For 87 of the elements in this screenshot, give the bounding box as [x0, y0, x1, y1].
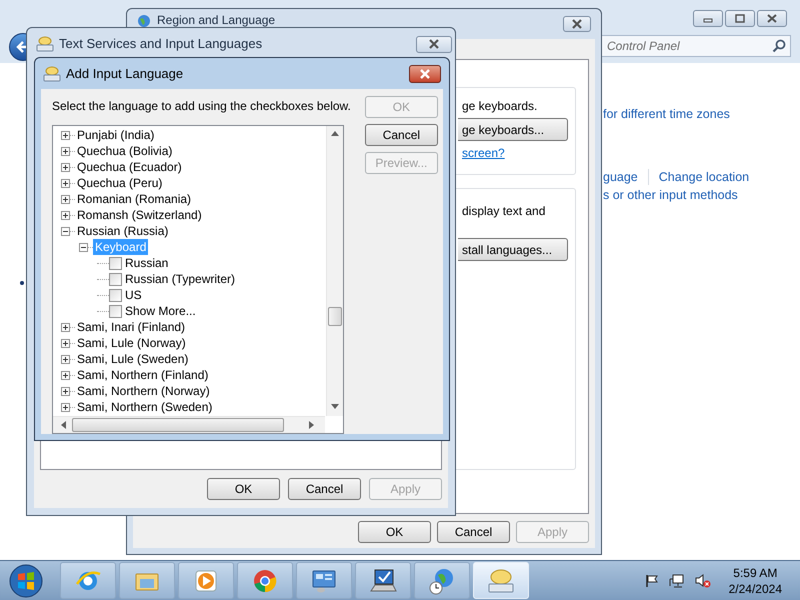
checkbox[interactable] [109, 304, 122, 318]
vertical-scrollbar[interactable] [326, 126, 343, 416]
tree-item[interactable]: Romanian (Romania) [75, 191, 194, 207]
tree-item[interactable]: Punjabi (India) [75, 127, 156, 143]
tree-item[interactable]: Sami, Northern (Sweden) [75, 399, 214, 415]
close-button[interactable] [409, 64, 441, 82]
minimize-button[interactable] [693, 10, 723, 27]
dialog-button[interactable]: ge keyboards... [458, 118, 568, 141]
tree-item[interactable]: Russian (Typewriter) [123, 271, 238, 287]
dialog-button[interactable]: OK [358, 521, 431, 543]
taskbar-button[interactable] [355, 562, 411, 599]
search-icon [772, 39, 786, 53]
scroll-up-icon[interactable] [331, 131, 339, 136]
scroll-left-icon[interactable] [61, 421, 66, 429]
window-title: Add Input Language [66, 64, 184, 83]
checkbox[interactable] [109, 256, 122, 270]
expand-icon[interactable] [61, 386, 70, 396]
scroll-thumb[interactable] [328, 307, 342, 326]
description-text: display text and [462, 203, 546, 220]
expand-icon[interactable] [61, 338, 70, 348]
dialog-button[interactable]: Cancel [288, 478, 361, 500]
scroll-down-icon[interactable] [331, 404, 339, 409]
computer-icon [369, 566, 397, 594]
close-button[interactable] [563, 16, 591, 32]
keyboard-icon [487, 566, 515, 594]
tree-item[interactable]: Romansh (Switzerland) [75, 207, 204, 223]
flag-icon[interactable] [644, 574, 659, 588]
dialog-button[interactable]: OK [207, 478, 280, 500]
instruction-text: Select the language to add using the checkboxes below. [52, 98, 351, 115]
dialog-button[interactable]: stall languages... [458, 238, 568, 261]
keyboard-icon [43, 66, 61, 82]
clock-time[interactable]: 5:59 AM [733, 564, 778, 580]
tree-item[interactable]: Sami, Northern (Finland) [75, 367, 210, 383]
scroll-thumb[interactable] [72, 418, 284, 432]
tree-item[interactable]: US [123, 287, 144, 303]
expand-icon[interactable] [61, 178, 70, 188]
expand-icon[interactable] [61, 354, 70, 364]
close-icon [571, 19, 583, 29]
expand-icon[interactable] [61, 130, 70, 140]
network-icon[interactable] [668, 572, 685, 588]
checkbox[interactable] [109, 272, 122, 286]
checkbox[interactable] [109, 288, 122, 302]
description-text: ge keyboards. [462, 98, 538, 115]
control-panel-link[interactable]: for different time zones [603, 104, 730, 124]
expand-icon[interactable] [61, 162, 70, 172]
dialog-button[interactable]: Cancel [437, 521, 510, 543]
window-title: Region and Language [157, 14, 276, 27]
keyboard-icon [36, 36, 54, 52]
tree-item[interactable]: Quechua (Peru) [75, 175, 164, 191]
scroll-right-icon[interactable] [309, 421, 314, 429]
tree-item[interactable]: Russian [123, 255, 170, 271]
help-link[interactable]: screen? [462, 144, 505, 162]
tree-item[interactable]: Sami, Northern (Norway) [75, 383, 212, 399]
close-button[interactable] [757, 10, 787, 27]
collapse-icon[interactable] [61, 226, 70, 236]
tree-item[interactable]: Sami, Inari (Finland) [75, 319, 188, 335]
control-panel-link[interactable]: s or other input methods [603, 186, 738, 204]
tree-item[interactable]: Quechua (Bolivia) [75, 143, 174, 159]
expand-icon[interactable] [61, 146, 70, 156]
close-icon [765, 13, 779, 24]
bullet-icon [20, 281, 24, 285]
tree-item[interactable]: Quechua (Ecuador) [75, 159, 184, 175]
window-title: Text Services and Input Languages [59, 35, 264, 54]
expand-icon[interactable] [61, 402, 70, 412]
tree-item[interactable]: Sami, Lule (Sweden) [75, 351, 190, 367]
volume-muted-icon[interactable] [694, 572, 711, 588]
expand-icon[interactable] [61, 370, 70, 380]
close-icon [419, 68, 431, 78]
expand-icon[interactable] [61, 194, 70, 204]
control-panel-link[interactable]: guage [603, 168, 638, 186]
tree-item[interactable]: Show More... [123, 303, 198, 319]
collapse-icon[interactable] [79, 242, 88, 252]
globe-icon [137, 14, 151, 28]
taskbar-button[interactable] [296, 562, 352, 599]
maximize-icon [733, 13, 747, 24]
close-icon [428, 39, 440, 49]
tree-item[interactable]: Russian (Russia) [75, 223, 170, 239]
close-button[interactable] [416, 36, 452, 52]
dialog-button[interactable]: Cancel [364, 124, 438, 146]
control-panel-link[interactable]: Change location [658, 168, 750, 186]
tree-item[interactable]: Sami, Lule (Norway) [75, 335, 188, 351]
horizontal-scrollbar[interactable] [53, 416, 325, 433]
maximize-button[interactable] [725, 10, 755, 27]
globe-clock-icon [428, 566, 456, 594]
expand-icon[interactable] [61, 322, 70, 332]
clock-date[interactable]: 2/24/2024 [728, 580, 782, 596]
expand-icon[interactable] [61, 210, 70, 220]
